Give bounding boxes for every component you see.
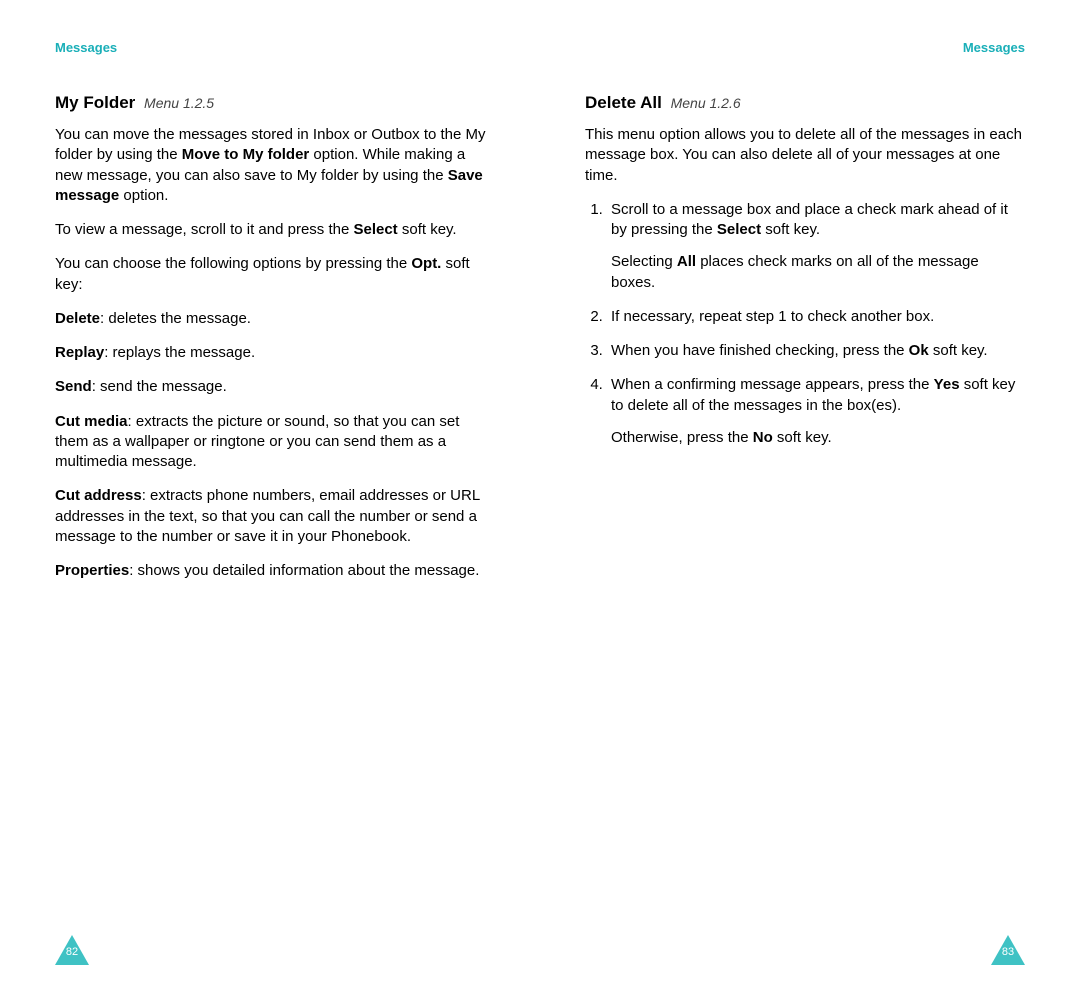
step-1: Scroll to a message box and place a chec… — [607, 200, 1025, 293]
heading-text: My Folder — [55, 93, 135, 112]
para-intro: This menu option allows you to delete al… — [585, 125, 1025, 186]
page-left: Messages My Folder Menu 1.2.5 You can mo… — [55, 40, 495, 595]
step-1-sub: Selecting All places check marks on all … — [611, 252, 1025, 293]
step-3: When you have finished checking, press t… — [607, 341, 1025, 361]
page-right: Messages Delete All Menu 1.2.6 This menu… — [585, 40, 1025, 595]
para-view: To view a message, scroll to it and pres… — [55, 220, 495, 240]
para-intro-1: You can move the messages stored in Inbo… — [55, 125, 495, 206]
steps-list: Scroll to a message box and place a chec… — [585, 200, 1025, 448]
option-cut-address: Cut address: extracts phone numbers, ema… — [55, 486, 495, 547]
page-number-value: 83 — [991, 946, 1025, 958]
section-heading-delete-all: Delete All Menu 1.2.6 — [585, 93, 1025, 113]
section-heading-my-folder: My Folder Menu 1.2.5 — [55, 93, 495, 113]
option-cut-media: Cut media: extracts the picture or sound… — [55, 412, 495, 473]
option-properties: Properties: shows you detailed informati… — [55, 561, 495, 581]
body-left: You can move the messages stored in Inbo… — [55, 125, 495, 595]
page-number-left: 82 — [55, 935, 89, 965]
footer: 82 83 — [0, 935, 1080, 965]
step-4: When a confirming message appears, press… — [607, 375, 1025, 448]
menu-tag: Menu 1.2.5 — [144, 95, 214, 111]
para-options-lead: You can choose the following options by … — [55, 254, 495, 295]
page-number-value: 82 — [55, 946, 89, 958]
running-header-right: Messages — [585, 40, 1025, 55]
option-delete: Delete: deletes the message. — [55, 309, 495, 329]
body-right: This menu option allows you to delete al… — [585, 125, 1025, 462]
page-spread: Messages My Folder Menu 1.2.5 You can mo… — [0, 0, 1080, 595]
heading-text: Delete All — [585, 93, 662, 112]
page-number-right: 83 — [991, 935, 1025, 965]
running-header-left: Messages — [55, 40, 495, 55]
menu-tag: Menu 1.2.6 — [671, 95, 741, 111]
option-replay: Replay: replays the message. — [55, 343, 495, 363]
option-send: Send: send the message. — [55, 377, 495, 397]
step-2: If necessary, repeat step 1 to check ano… — [607, 307, 1025, 327]
step-4-sub: Otherwise, press the No soft key. — [611, 428, 1025, 448]
